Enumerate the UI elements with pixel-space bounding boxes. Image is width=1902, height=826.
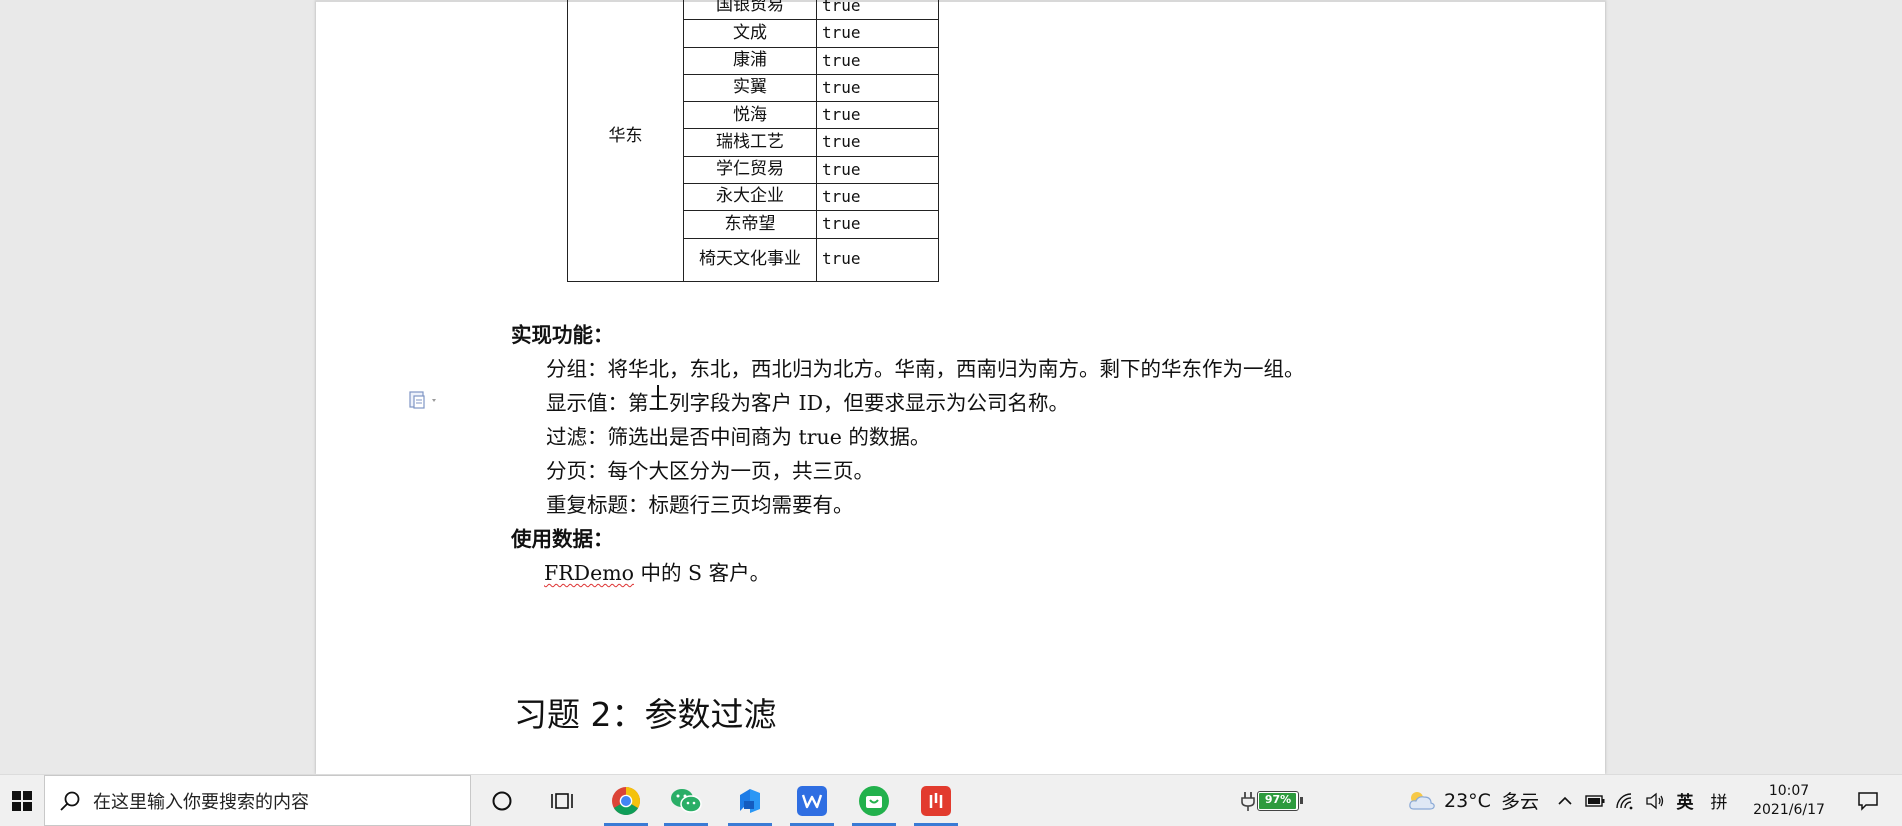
task-view-button[interactable] — [542, 775, 582, 826]
weather-temp: 23°C — [1444, 789, 1491, 812]
taskbar: 在这里输入你要搜索的内容 97% 23°C 多云 英 拼 10:07 2021/… — [0, 774, 1902, 826]
weather-widget[interactable]: 23°C 多云 — [1406, 775, 1540, 826]
taskbar-app-netease[interactable] — [910, 775, 962, 826]
task-view-icon — [551, 792, 573, 809]
paste-options-icon[interactable] — [408, 389, 442, 411]
cortana-button[interactable] — [482, 775, 522, 826]
data-heading: 使用数据： — [511, 527, 614, 551]
tray-battery-icon — [1585, 794, 1605, 807]
value-cell: true — [816, 237, 939, 282]
wifi-icon — [1616, 792, 1633, 809]
value-cell: true — [816, 155, 939, 185]
company-cell: 悦海 — [683, 101, 817, 130]
feishu-icon — [740, 788, 760, 813]
company-cell: 瑞栈工艺 — [683, 128, 817, 157]
value-cell: true — [816, 210, 939, 239]
wps-icon — [797, 785, 827, 816]
company-cell: 永大企业 — [683, 183, 817, 212]
company-cell: 国银贸易 — [683, 0, 817, 21]
table-row: 华东 国银贸易 true — [567, 0, 939, 282]
customer-table: 华东 国银贸易 true 文成 true 康浦 true 实翼 true 悦海 … — [567, 0, 939, 282]
document-area: 华东 国银贸易 true 文成 true 康浦 true 实翼 true 悦海 … — [0, 0, 1902, 774]
company-cell: 实翼 — [683, 73, 817, 103]
clock[interactable]: 10:07 2021/6/17 — [1737, 775, 1841, 826]
battery-indicator[interactable]: 97% — [1236, 775, 1304, 826]
ime-language: 英 — [1676, 793, 1694, 813]
company-cell: 康浦 — [683, 46, 817, 75]
feature-line-repeat-header: 重复标题：标题行三页均需要有。 — [546, 493, 854, 517]
text-caret — [657, 385, 659, 410]
value-cell: true — [816, 101, 939, 130]
taskbar-app-chrome[interactable] — [600, 775, 652, 826]
taskbar-search[interactable]: 在这里输入你要搜索的内容 — [44, 775, 471, 826]
search-placeholder: 在这里输入你要搜索的内容 — [93, 791, 309, 813]
features-heading: 实现功能： — [511, 323, 614, 347]
weather-desc: 多云 — [1500, 791, 1539, 813]
search-icon — [59, 790, 81, 812]
speaker-icon — [1646, 792, 1664, 809]
company-cell: 椅天文化事业 — [683, 237, 817, 282]
feature-line-filter: 过滤：筛选出是否中间商为 true 的数据。 — [546, 425, 931, 449]
battery-icon: 97% — [1257, 790, 1303, 811]
company-cell: 东帝望 — [683, 210, 817, 239]
taskbar-app-feishu[interactable] — [724, 775, 776, 826]
company-cell: 学仁贸易 — [683, 155, 817, 185]
feature-line-paging: 分页：每个大区分为一页，共三页。 — [546, 459, 874, 483]
value-cell: true — [816, 73, 939, 103]
feature-line-grouping: 分组：将华北，东北，西北归为北方。华南，西南归为南方。剩下的华东作为一组。 — [546, 357, 1305, 381]
notification-center-button[interactable] — [1846, 775, 1890, 826]
section-title: 习题 2：参数过滤 — [514, 695, 777, 734]
value-cell: true — [816, 0, 939, 21]
company-cell: 文成 — [683, 19, 817, 48]
power-plug-icon — [1241, 791, 1255, 811]
spellcheck-word[interactable]: FRDemo — [544, 561, 634, 585]
network-button[interactable] — [1612, 775, 1638, 826]
chevron-up-icon — [1558, 796, 1572, 805]
ime-mode-button[interactable]: 拼 — [1706, 775, 1732, 826]
start-button[interactable] — [0, 775, 44, 826]
ime-language-button[interactable]: 英 — [1672, 775, 1698, 826]
cortana-icon — [492, 791, 512, 810]
volume-button[interactable] — [1642, 775, 1668, 826]
taskbar-app-shopping[interactable] — [848, 775, 900, 826]
windows-icon — [12, 790, 32, 811]
clock-time: 10:07 — [1768, 782, 1810, 799]
value-cell: true — [816, 19, 939, 48]
value-cell: true — [816, 46, 939, 75]
show-hidden-icons-button[interactable] — [1554, 775, 1576, 826]
battery-percent: 97% — [1264, 792, 1292, 806]
partly-cloudy-icon — [1409, 791, 1435, 810]
shopping-icon — [859, 785, 889, 816]
clock-date: 2021/6/17 — [1753, 801, 1825, 818]
feature-line-display: 显示值：第二列字段为客户 ID，但要求显示为公司名称。 — [546, 391, 1070, 415]
chrome-icon — [612, 786, 640, 815]
ime-mode: 拼 — [1710, 793, 1728, 813]
tray-battery-button[interactable] — [1582, 775, 1608, 826]
region-cell: 华东 — [567, 0, 684, 282]
netease-icon — [921, 785, 951, 816]
value-cell: true — [816, 183, 939, 212]
wechat-icon — [671, 788, 702, 813]
value-cell: true — [816, 128, 939, 157]
taskbar-app-wechat[interactable] — [660, 775, 712, 826]
taskbar-app-wps[interactable] — [786, 775, 838, 826]
data-line: FRDemo 中的 S 客户。 — [544, 561, 771, 585]
notification-icon — [1858, 791, 1878, 811]
